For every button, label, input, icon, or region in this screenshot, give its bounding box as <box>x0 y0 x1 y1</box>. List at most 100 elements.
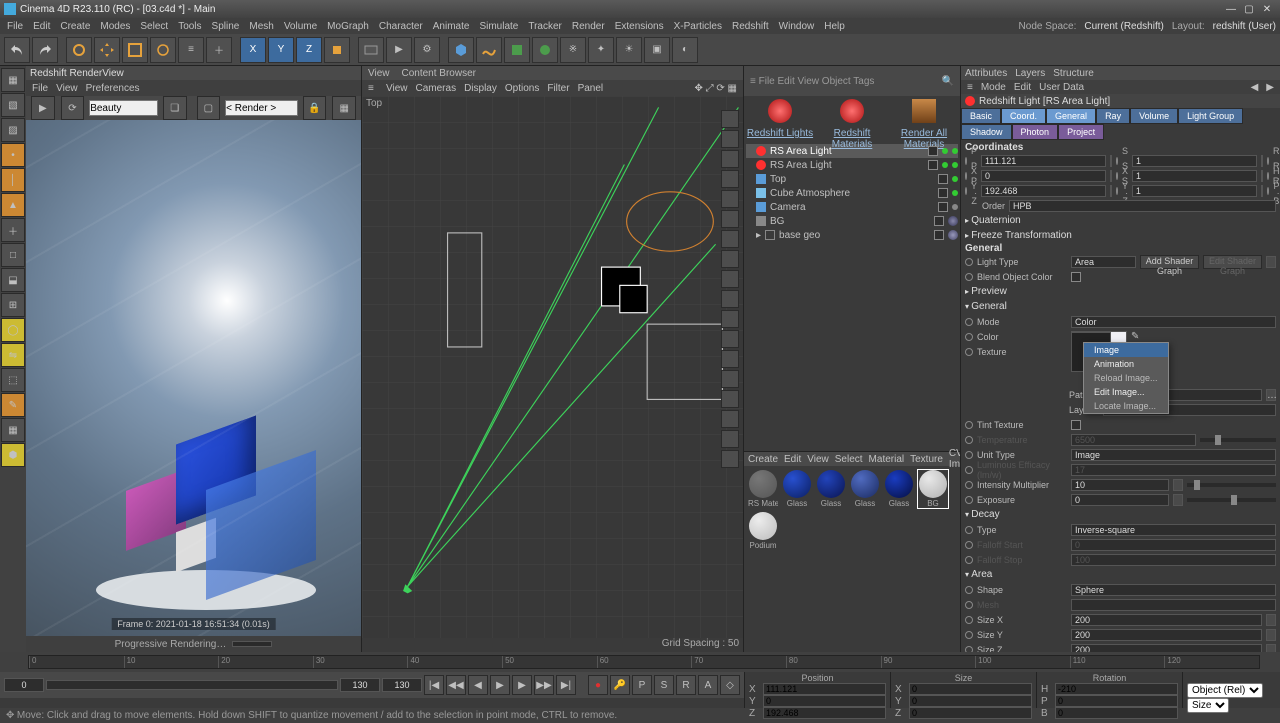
rv-crop-button[interactable]: ▢ <box>197 96 221 120</box>
key-param-button[interactable]: A <box>698 675 718 695</box>
material-glass[interactable]: Glass <box>782 470 812 508</box>
path-browse[interactable]: … <box>1266 389 1276 401</box>
renderview-viewport[interactable]: Frame 0: 2021-01-18 16:51:34 (0.01s) <box>26 120 361 636</box>
foot-rel-select[interactable]: Object (Rel) <box>1187 683 1263 698</box>
prev-frame-button[interactable]: ◀ <box>468 675 488 695</box>
foot-sy[interactable] <box>909 695 1032 707</box>
add-shader-button[interactable]: Add Shader Graph <box>1140 255 1199 269</box>
primitive-button[interactable] <box>448 37 474 63</box>
viewport[interactable]: Top <box>362 96 743 638</box>
vp-nav-icon[interactable]: ✥ ⤢ ⟳ ▦ <box>694 83 737 94</box>
make-editable-button[interactable]: ▦ <box>1 68 25 92</box>
foot-size-select[interactable]: Size <box>1187 698 1229 713</box>
decay-type-select[interactable]: Inverse-square <box>1071 524 1276 536</box>
rv-loop-button[interactable]: ⟳ <box>61 96 85 120</box>
unit-select[interactable]: Image <box>1071 449 1276 461</box>
area-shape-select[interactable]: Sphere <box>1071 584 1276 596</box>
scale-tool[interactable] <box>122 37 148 63</box>
vp-rtool-18[interactable] <box>721 450 739 468</box>
mat-menu-texture[interactable]: Texture <box>910 454 943 465</box>
material-glass[interactable]: Glass <box>816 470 846 508</box>
field-button[interactable]: ※ <box>560 37 586 63</box>
obj-bg[interactable]: BG <box>746 214 958 228</box>
rotate-tool[interactable] <box>150 37 176 63</box>
area-sz-field[interactable] <box>1071 644 1262 653</box>
autokey-button[interactable]: 🔑 <box>610 675 630 695</box>
axis-mode[interactable]: ＋ <box>1 218 25 242</box>
menu-spline[interactable]: Spline <box>209 21 243 32</box>
foot-rb[interactable] <box>1055 707 1178 719</box>
attr-menu-mode[interactable]: Mode <box>981 82 1006 93</box>
obj-search-icon[interactable]: 🔍 <box>942 76 954 87</box>
range-slider[interactable] <box>46 680 338 690</box>
viewport-solo[interactable]: □ <box>1 243 25 267</box>
vp-rtool-6[interactable] <box>721 210 739 228</box>
sx-field[interactable] <box>1132 155 1257 167</box>
attr-menu-userdata[interactable]: User Data <box>1039 82 1084 93</box>
menu-edit[interactable]: Edit <box>30 21 53 32</box>
attr-tab-shadow[interactable]: Shadow <box>961 124 1012 140</box>
pz-field[interactable] <box>981 185 1106 197</box>
vp-rtool-11[interactable] <box>721 310 739 328</box>
rv-menu-file[interactable]: File <box>32 83 48 94</box>
foot-rh[interactable] <box>1055 683 1178 695</box>
vp-rtool-1[interactable] <box>721 110 739 128</box>
material-rs mate[interactable]: RS Mate <box>748 470 778 508</box>
sec-area[interactable]: Area <box>965 567 1276 582</box>
menu-xparticles[interactable]: X-Particles <box>671 21 725 32</box>
rv-grid-button[interactable]: ▦ <box>332 96 356 120</box>
blend-color-check[interactable] <box>1071 272 1081 282</box>
menu-animate[interactable]: Animate <box>430 21 473 32</box>
render-settings-button[interactable]: ⚙ <box>414 37 440 63</box>
deformer-button[interactable] <box>532 37 558 63</box>
next-key-button[interactable]: ▶▶ <box>534 675 554 695</box>
menu-mograph[interactable]: MoGraph <box>324 21 372 32</box>
attr-tab-photon[interactable]: Photon <box>1012 124 1059 140</box>
rv-render-button[interactable]: ▶ <box>31 96 55 120</box>
light-button[interactable]: ☀ <box>616 37 642 63</box>
menu-modes[interactable]: Modes <box>97 21 133 32</box>
point-mode[interactable]: • <box>1 143 25 167</box>
px-field[interactable] <box>981 155 1106 167</box>
area-sy-field[interactable] <box>1071 629 1262 641</box>
vp-rtool-17[interactable] <box>721 430 739 448</box>
workplane-toggle[interactable]: ⊞ <box>1 293 25 317</box>
timeline[interactable]: 0102030405060708090100110120130 <box>0 652 1280 672</box>
sec-quaternion[interactable]: Quaternion <box>965 213 1276 228</box>
move-tool[interactable] <box>94 37 120 63</box>
sec-general2[interactable]: General <box>965 299 1276 314</box>
foot-rp[interactable] <box>1055 695 1178 707</box>
vp-menu-view[interactable]: View <box>386 83 408 94</box>
menu-select[interactable]: Select <box>137 21 171 32</box>
vp-rtool-15[interactable] <box>721 390 739 408</box>
mat-menu-create[interactable]: Create <box>748 454 778 465</box>
symmetry-toggle[interactable]: ⇋ <box>1 343 25 367</box>
vp-rtool-5[interactable] <box>721 190 739 208</box>
menu-redshift[interactable]: Redshift <box>729 21 772 32</box>
brush-tool[interactable]: ✎ <box>1 393 25 417</box>
render-image-button[interactable] <box>358 37 384 63</box>
ctx-image[interactable]: Image <box>1084 343 1168 357</box>
nodespace-value[interactable]: Current (Redshift) <box>1084 21 1163 32</box>
vp-menu-display[interactable]: Display <box>464 83 497 94</box>
menu-tools[interactable]: Tools <box>175 21 204 32</box>
tint-check[interactable] <box>1071 420 1081 430</box>
recent-tool[interactable]: ≡ <box>178 37 204 63</box>
exposure-field[interactable] <box>1071 494 1169 506</box>
attr-tab-layers[interactable]: Layers <box>1015 68 1045 79</box>
menu-help[interactable]: Help <box>821 21 848 32</box>
attr-tab-project[interactable]: Project <box>1058 124 1104 140</box>
min-button[interactable]: — <box>1222 4 1240 15</box>
close-button[interactable]: ✕ <box>1258 4 1276 15</box>
mat-menu-select[interactable]: Select <box>835 454 863 465</box>
goto-start-button[interactable]: |◀ <box>424 675 444 695</box>
rs-link-materials[interactable]: Redshift Materials <box>816 126 888 142</box>
attr-tab-lightgroup[interactable]: Light Group <box>1178 108 1243 124</box>
goto-end-button[interactable]: ▶| <box>556 675 576 695</box>
mat-menu-edit[interactable]: Edit <box>784 454 801 465</box>
menu-create[interactable]: Create <box>57 21 93 32</box>
material-glass[interactable]: Glass <box>884 470 914 508</box>
magnet-tool[interactable]: ⬢ <box>1 443 25 467</box>
vp-tab-content[interactable]: Content Browser <box>402 68 476 79</box>
generator-button[interactable] <box>504 37 530 63</box>
